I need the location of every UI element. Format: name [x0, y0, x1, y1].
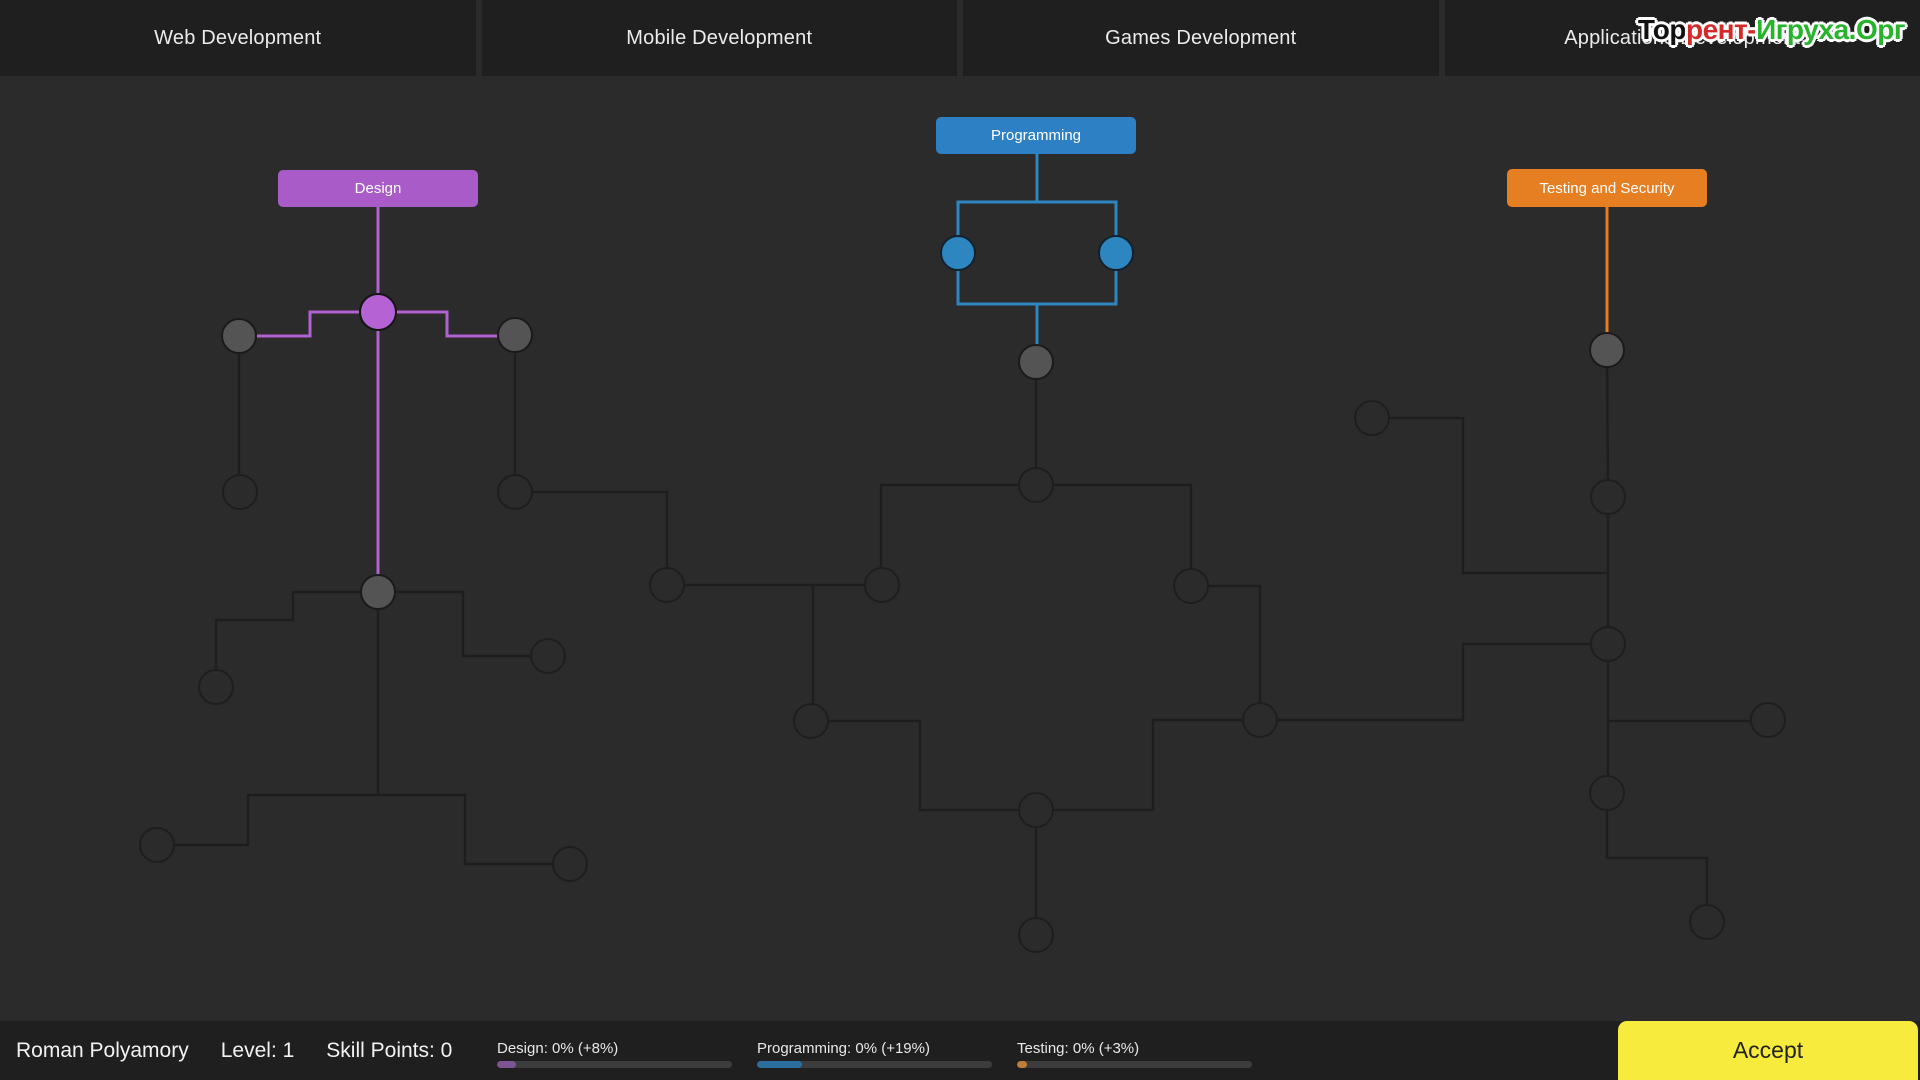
- skill-node-t3[interactable]: [1591, 480, 1625, 514]
- skill-node-d7[interactable]: [199, 670, 233, 704]
- watermark-part: рент-: [1686, 14, 1756, 45]
- skill-progress-track: [757, 1061, 992, 1068]
- skill-node-p11[interactable]: [1019, 918, 1053, 952]
- skill-edge: [1260, 644, 1608, 720]
- skill-node-d5[interactable]: [498, 475, 532, 509]
- skill-node-t6[interactable]: [1590, 776, 1624, 810]
- tab-web[interactable]: Web Development: [0, 0, 476, 76]
- skill-edge: [1191, 586, 1260, 720]
- skill-node-p3[interactable]: [1019, 345, 1053, 379]
- skill-node-p10[interactable]: [1019, 793, 1053, 827]
- skill-progress-testing: Testing: 0% (+3%): [1017, 1040, 1252, 1068]
- skill-node-p6[interactable]: [1174, 569, 1208, 603]
- skill-node-p4[interactable]: [1019, 468, 1053, 502]
- skill-node-d9[interactable]: [140, 828, 174, 862]
- player-level: Level: 1: [221, 1039, 295, 1063]
- skill-tree-canvas: [0, 0, 1920, 1080]
- tab-games[interactable]: Games Development: [963, 0, 1439, 76]
- skill-edge: [881, 485, 1036, 585]
- skill-node-d6[interactable]: [361, 575, 395, 609]
- skill-node-p1[interactable]: [941, 236, 975, 270]
- skill-progress-list: Design: 0% (+8%) Programming: 0% (+19%) Te…: [497, 1021, 1252, 1080]
- player-info: Roman Polyamory Level: 1 Skill Points: 0: [16, 1021, 452, 1080]
- skill-node-p9[interactable]: [1243, 703, 1277, 737]
- skill-node-t2[interactable]: [1355, 401, 1389, 435]
- watermark: Торрент-Игруха.Орг: [1638, 14, 1905, 46]
- skill-node-p2[interactable]: [1099, 236, 1133, 270]
- skill-progress-track: [1017, 1061, 1252, 1068]
- watermark-part: Игруха.Орг: [1756, 14, 1905, 45]
- skill-node-d1[interactable]: [360, 294, 396, 330]
- skill-node-t1[interactable]: [1590, 333, 1624, 367]
- skill-edge: [378, 592, 548, 656]
- branch-label-programming[interactable]: Programming: [936, 117, 1136, 154]
- skill-points: Skill Points: 0: [326, 1039, 452, 1063]
- skill-progress-track: [497, 1061, 732, 1068]
- skill-node-t4[interactable]: [1591, 627, 1625, 661]
- skill-node-t7[interactable]: [1690, 905, 1724, 939]
- skill-node-d3[interactable]: [498, 318, 532, 352]
- status-bar: Roman Polyamory Level: 1 Skill Points: 0…: [0, 1021, 1920, 1080]
- accept-button[interactable]: Accept: [1618, 1021, 1918, 1080]
- tab-mobile[interactable]: Mobile Development: [482, 0, 958, 76]
- skill-node-p7[interactable]: [650, 568, 684, 602]
- skill-progress-design: Design: 0% (+8%): [497, 1040, 732, 1068]
- tab-bar: Web DevelopmentMobile DevelopmentGames D…: [0, 0, 1920, 76]
- skill-edge: [958, 202, 1116, 253]
- skill-edge: [1607, 350, 1608, 497]
- skill-edge: [515, 492, 667, 585]
- skill-edge: [378, 795, 570, 864]
- skill-edge: [1036, 485, 1191, 586]
- skill-node-p5[interactable]: [865, 568, 899, 602]
- skill-progress-fill: [757, 1061, 802, 1068]
- skill-edge: [239, 312, 378, 336]
- skill-edge: [1372, 418, 1608, 573]
- skill-progress-label: Testing: 0% (+3%): [1017, 1040, 1252, 1057]
- skill-edge: [216, 592, 378, 687]
- skill-node-d2[interactable]: [222, 319, 256, 353]
- skill-edge: [157, 795, 378, 845]
- branch-label-testing[interactable]: Testing and Security: [1507, 169, 1707, 207]
- skill-node-d4[interactable]: [223, 475, 257, 509]
- skill-progress-fill: [497, 1061, 516, 1068]
- player-name: Roman Polyamory: [16, 1039, 189, 1063]
- skill-edge: [1607, 793, 1707, 922]
- skill-edge: [958, 253, 1116, 304]
- skill-edge: [811, 721, 1036, 810]
- skill-progress-fill: [1017, 1061, 1027, 1068]
- skill-edge: [378, 312, 515, 336]
- skill-tree-stage: Web DevelopmentMobile DevelopmentGames D…: [0, 0, 1920, 1080]
- skill-node-d8[interactable]: [531, 639, 565, 673]
- skill-node-t5[interactable]: [1751, 703, 1785, 737]
- watermark-part: Тор: [1638, 14, 1686, 45]
- skill-progress-label: Programming: 0% (+19%): [757, 1040, 992, 1057]
- skill-progress-label: Design: 0% (+8%): [497, 1040, 732, 1057]
- branch-label-design[interactable]: Design: [278, 170, 478, 207]
- skill-edge: [1036, 720, 1260, 810]
- skill-progress-programming: Programming: 0% (+19%): [757, 1040, 992, 1068]
- skill-node-p8[interactable]: [794, 704, 828, 738]
- skill-node-d10[interactable]: [553, 847, 587, 881]
